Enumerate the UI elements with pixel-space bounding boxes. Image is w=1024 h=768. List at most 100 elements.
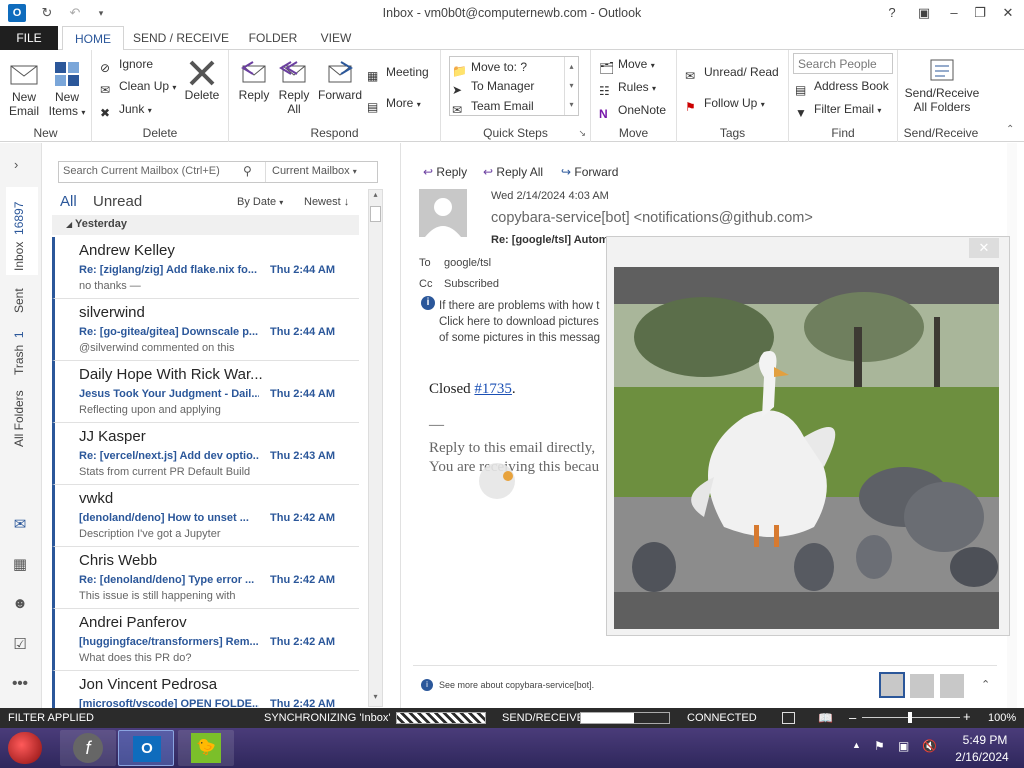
tasks-icon[interactable]: ☑ [9, 635, 31, 657]
rules-label: Rules [618, 80, 649, 94]
more-button[interactable]: ▤ More ▾ [367, 93, 421, 114]
expand-folder-pane-icon[interactable]: › [14, 157, 18, 172]
list-item[interactable]: Andrei Panferov [huggingface/transformers… [52, 609, 359, 671]
clock-date[interactable]: 2/16/2024 [950, 750, 1014, 764]
minimize-icon[interactable]: – [942, 3, 966, 23]
sort-order[interactable]: Newest ↓ [304, 196, 349, 208]
clock-time[interactable]: 5:49 PM [956, 733, 1014, 747]
start-button[interactable] [8, 732, 42, 764]
normal-view-icon[interactable] [782, 712, 795, 724]
tray-show-hidden-icon[interactable]: ▲ [852, 740, 861, 750]
reading-view-icon[interactable]: 📖 [818, 711, 833, 725]
ribbon-display-icon[interactable]: ▣ [912, 3, 936, 23]
message-from[interactable]: copybara-service[bot] <notifications@git… [491, 210, 813, 226]
taskbar-duck-app[interactable]: 🐤 [178, 730, 234, 766]
people-info-text[interactable]: See more about copybara-service[bot]. [439, 680, 594, 690]
popup-close-button[interactable]: ✕ [969, 238, 999, 258]
folder-sent[interactable]: Sent [12, 287, 26, 313]
gallery-scroll[interactable]: ▴ ▾ ▾ [564, 57, 578, 115]
list-item[interactable]: Chris Webb Re: [denoland/deno] Type error… [52, 547, 359, 609]
dialog-launcher-icon[interactable]: ↘ [578, 128, 586, 139]
send-receive-all-button[interactable]: Send/Receive All Folders [902, 56, 982, 114]
info-line-1: If there are problems with how t [439, 300, 600, 312]
group-header-yesterday[interactable]: ◢ Yesterday [52, 215, 359, 235]
quick-step-move-to[interactable]: 📁 Move to: ? [452, 57, 527, 78]
list-scrollbar[interactable]: ▴ ▾ [368, 189, 383, 707]
filter-unread[interactable]: Unread [93, 193, 142, 210]
taskbar-flash-app[interactable]: f [60, 730, 116, 766]
tab-file[interactable]: FILE [0, 26, 58, 50]
collapse-people-icon[interactable]: ⌃ [981, 678, 990, 691]
close-icon[interactable]: ✕ [996, 3, 1020, 23]
reading-reply-button[interactable]: ↩ Reply [423, 165, 467, 179]
new-email-button[interactable]: New Email [4, 60, 44, 118]
zoom-slider-thumb[interactable] [908, 712, 912, 723]
ignore-button[interactable]: ⊘ Ignore [100, 54, 153, 75]
search-people-input[interactable]: Search People [793, 53, 893, 74]
filter-email-button[interactable]: ▼ Filter Email ▾ [795, 99, 881, 120]
folder-trash[interactable]: Trash 1 [12, 329, 26, 375]
tray-network-icon[interactable]: ▣ [898, 739, 909, 753]
folder-inbox[interactable]: Inbox 16897 [12, 197, 26, 271]
follow-up-label: Follow Up [704, 96, 758, 110]
reading-reply-all-button[interactable]: ↩ Reply All [483, 165, 543, 179]
tray-action-center-icon[interactable]: ⚑ [874, 739, 885, 753]
folder-all-folders[interactable]: All Folders [12, 389, 26, 447]
follow-up-button[interactable]: ⚑ Follow Up ▾ [685, 93, 765, 114]
filter-all[interactable]: All [60, 193, 77, 210]
taskbar-outlook[interactable]: O [118, 730, 174, 766]
zoom-level[interactable]: 100% [988, 712, 1016, 724]
junk-button[interactable]: ✖ Junk ▾ [100, 99, 152, 120]
people-icon[interactable]: ☻ [9, 595, 31, 617]
scroll-up-icon[interactable]: ▴ [369, 190, 382, 204]
list-item[interactable]: Andrew Kelley Re: [ziglang/zig] Add flake… [52, 237, 359, 299]
mail-icon[interactable]: ✉ [9, 515, 31, 537]
person-thumb[interactable] [940, 674, 964, 698]
help-icon[interactable]: ? [880, 3, 904, 23]
picture-info-bar[interactable]: If there are problems with how t Click h… [439, 298, 600, 346]
reply-all-button[interactable]: Reply All [275, 58, 313, 116]
address-book-button[interactable]: ▤ Address Book [795, 76, 889, 97]
quick-step-team-email[interactable]: ✉ Team Email [452, 96, 534, 117]
zoom-in-icon[interactable]: + [963, 709, 971, 724]
list-item[interactable]: Daily Hope With Rick War... Jesus Took Yo… [52, 361, 359, 423]
rules-button[interactable]: ☷ Rules ▾ [599, 77, 656, 98]
meeting-button[interactable]: ▦ Meeting [367, 62, 429, 83]
reading-forward-button[interactable]: ↪ Forward [561, 165, 618, 179]
tab-send-receive[interactable]: SEND / RECEIVE [132, 26, 230, 50]
quick-step-to-manager[interactable]: ➤ To Manager [452, 76, 534, 97]
search-icon[interactable]: ⚲ [243, 164, 252, 178]
tray-volume-muted-icon[interactable]: 🔇 [922, 739, 937, 753]
list-item[interactable]: silverwind Re: [go-gitea/gitea] Downscale… [52, 299, 359, 361]
sort-by-date[interactable]: By Date ▾ [237, 196, 283, 208]
tab-view[interactable]: VIEW [314, 26, 358, 50]
delete-button[interactable]: Delete [180, 58, 224, 102]
list-item[interactable]: JJ Kasper Re: [vercel/next.js] Add dev op… [52, 423, 359, 485]
person-thumb-selected[interactable] [879, 672, 905, 698]
forward-button[interactable]: Forward [317, 58, 363, 102]
reply-button[interactable]: Reply [235, 58, 273, 102]
new-items-button[interactable]: New Items ▾ [46, 60, 88, 120]
onenote-button[interactable]: N OneNote [599, 100, 666, 121]
more-apps-icon[interactable]: ••• [9, 675, 31, 697]
tab-folder[interactable]: FOLDER [240, 26, 306, 50]
list-item[interactable]: vwkd [denoland/deno] How to unset ... Thu … [52, 485, 359, 547]
scroll-down-icon[interactable]: ▾ [369, 692, 382, 706]
move-button[interactable]: 🗂 Move ▾ [599, 54, 655, 75]
zoom-out-icon[interactable]: – [849, 710, 856, 725]
restore-icon[interactable]: ❐ [968, 3, 992, 23]
to-value[interactable]: google/tsl [444, 257, 491, 269]
tab-home[interactable]: HOME [62, 26, 124, 51]
reading-reply-all-label: Reply All [496, 165, 544, 179]
search-input[interactable]: Search Current Mailbox (Ctrl+E) [63, 165, 233, 177]
scroll-thumb[interactable] [370, 206, 381, 222]
clean-up-button[interactable]: ✉ Clean Up ▾ [100, 76, 176, 97]
issue-link[interactable]: #1735 [474, 381, 512, 397]
calendar-icon[interactable]: ▦ [9, 555, 31, 577]
search-scope-dropdown[interactable]: Current Mailbox ▾ [265, 162, 377, 182]
unread-read-button[interactable]: ✉ Unread/ Read [685, 62, 779, 83]
person-thumb[interactable] [910, 674, 934, 698]
cc-value[interactable]: Subscribed [444, 278, 499, 290]
collapse-ribbon-icon[interactable]: ⌃ [1006, 124, 1014, 135]
zoom-slider[interactable] [862, 712, 960, 723]
